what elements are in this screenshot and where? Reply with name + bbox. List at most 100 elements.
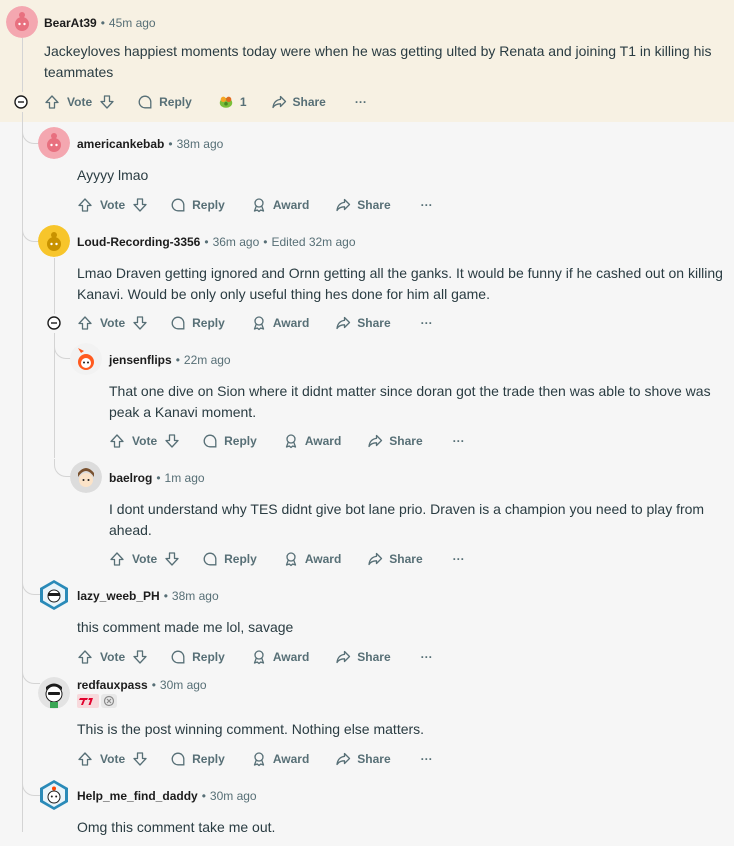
username[interactable]: BearAt39 xyxy=(44,16,97,30)
reply-button[interactable]: Reply xyxy=(170,747,225,771)
avatar[interactable] xyxy=(38,127,70,159)
reply-button[interactable]: Reply xyxy=(202,547,257,571)
avatar[interactable] xyxy=(70,461,102,493)
comment-meta: jensenflips • 22m ago xyxy=(109,353,231,367)
avatar[interactable] xyxy=(38,677,70,709)
comment-actions: Vote Reply Award Share ··· xyxy=(77,747,433,771)
more-options-button[interactable]: ··· xyxy=(421,193,433,217)
timestamp[interactable]: 30m ago xyxy=(210,789,257,803)
comment-actions: Vote Reply Award Share ··· xyxy=(109,547,465,571)
share-button[interactable]: Share xyxy=(367,429,423,453)
downvote-icon[interactable] xyxy=(132,315,148,331)
comment-body: This is the post winning comment. Nothin… xyxy=(77,721,425,737)
timestamp[interactable]: 36m ago xyxy=(213,235,260,249)
more-icon: ··· xyxy=(420,752,433,766)
comment-body: Omg this comment take me out. xyxy=(77,819,276,835)
vote-label: Vote xyxy=(100,198,126,212)
reply-icon xyxy=(171,316,185,330)
comment-body: Jackeyloves happiest moments today were … xyxy=(44,43,712,80)
reply-icon xyxy=(203,434,217,448)
vote-label: Vote xyxy=(67,95,93,109)
award-button[interactable]: Award xyxy=(251,193,309,217)
share-icon xyxy=(368,434,383,448)
more-options-button[interactable]: ··· xyxy=(421,645,433,669)
award-icon xyxy=(285,434,296,449)
username[interactable]: Loud-Recording-3356 xyxy=(77,235,200,249)
award-icon xyxy=(285,552,296,567)
reply-icon xyxy=(171,650,185,664)
comment-actions: Vote Reply Award Share ··· xyxy=(77,311,433,335)
award-icon xyxy=(253,752,264,767)
upvote-icon[interactable] xyxy=(77,197,93,213)
timestamp[interactable]: 38m ago xyxy=(172,589,219,603)
upvote-icon[interactable] xyxy=(109,551,125,567)
more-options-button[interactable]: ··· xyxy=(421,311,433,335)
share-icon xyxy=(336,316,351,330)
award-button[interactable]: Award xyxy=(283,429,341,453)
share-icon xyxy=(336,752,351,766)
downvote-icon[interactable] xyxy=(132,751,148,767)
reply-button[interactable]: Reply xyxy=(137,90,192,114)
share-button[interactable]: Share xyxy=(335,311,391,335)
reply-button[interactable]: Reply xyxy=(170,193,225,217)
timestamp[interactable]: 30m ago xyxy=(160,678,207,692)
username[interactable]: Help_me_find_daddy xyxy=(77,789,198,803)
timestamp[interactable]: 22m ago xyxy=(184,353,231,367)
more-options-button[interactable]: ··· xyxy=(355,90,367,114)
award-button[interactable]: Award xyxy=(251,645,309,669)
avatar[interactable] xyxy=(38,779,70,811)
share-button[interactable]: Share xyxy=(335,747,391,771)
award-count-button[interactable]: 1 xyxy=(218,90,247,114)
more-options-button[interactable]: ··· xyxy=(453,429,465,453)
downvote-icon[interactable] xyxy=(164,433,180,449)
award-button[interactable]: Award xyxy=(251,747,309,771)
thread-line xyxy=(54,258,55,314)
vote-label: Vote xyxy=(100,316,126,330)
avatar[interactable] xyxy=(38,579,70,611)
username[interactable]: redfauxpass xyxy=(77,678,148,692)
more-options-button[interactable]: ··· xyxy=(421,747,433,771)
upvote-icon[interactable] xyxy=(44,94,60,110)
username[interactable]: jensenflips xyxy=(109,353,172,367)
award-icon xyxy=(253,316,264,331)
upvote-icon[interactable] xyxy=(77,649,93,665)
username[interactable]: baelrog xyxy=(109,471,152,485)
timestamp[interactable]: 1m ago xyxy=(165,471,205,485)
award-button[interactable]: Award xyxy=(283,547,341,571)
share-button[interactable]: Share xyxy=(335,193,391,217)
avatar[interactable] xyxy=(6,6,38,38)
collapse-icon[interactable] xyxy=(14,95,28,109)
t1-logo-icon xyxy=(77,694,99,708)
share-button[interactable]: Share xyxy=(335,645,391,669)
reply-button[interactable]: Reply xyxy=(202,429,257,453)
share-icon xyxy=(336,650,351,664)
downvote-icon[interactable] xyxy=(99,94,115,110)
upvote-icon[interactable] xyxy=(77,315,93,331)
award-icon xyxy=(253,198,264,213)
edited-label: Edited 32m ago xyxy=(271,235,356,249)
reply-button[interactable]: Reply xyxy=(170,645,225,669)
comment-meta: Help_me_find_daddy • 30m ago xyxy=(77,789,257,803)
more-options-button[interactable]: ··· xyxy=(453,547,465,571)
share-button[interactable]: Share xyxy=(271,90,326,114)
share-icon xyxy=(271,95,286,109)
timestamp[interactable]: 38m ago xyxy=(177,137,224,151)
upvote-icon[interactable] xyxy=(109,433,125,449)
upvote-icon[interactable] xyxy=(77,751,93,767)
more-icon: ··· xyxy=(452,552,465,566)
collapse-icon[interactable] xyxy=(47,316,61,330)
more-icon: ··· xyxy=(354,95,367,109)
downvote-icon[interactable] xyxy=(132,197,148,213)
downvote-icon[interactable] xyxy=(132,649,148,665)
timestamp[interactable]: 45m ago xyxy=(109,16,156,30)
reply-icon xyxy=(138,95,152,109)
username[interactable]: americankebab xyxy=(77,137,164,151)
avatar[interactable] xyxy=(70,343,102,375)
comment-meta: Loud-Recording-3356 • 36m ago • Edited 32m a… xyxy=(77,235,356,249)
share-button[interactable]: Share xyxy=(367,547,423,571)
award-button[interactable]: Award xyxy=(251,311,309,335)
avatar[interactable] xyxy=(38,225,70,257)
username[interactable]: lazy_weeb_PH xyxy=(77,589,160,603)
downvote-icon[interactable] xyxy=(164,551,180,567)
reply-button[interactable]: Reply xyxy=(170,311,225,335)
